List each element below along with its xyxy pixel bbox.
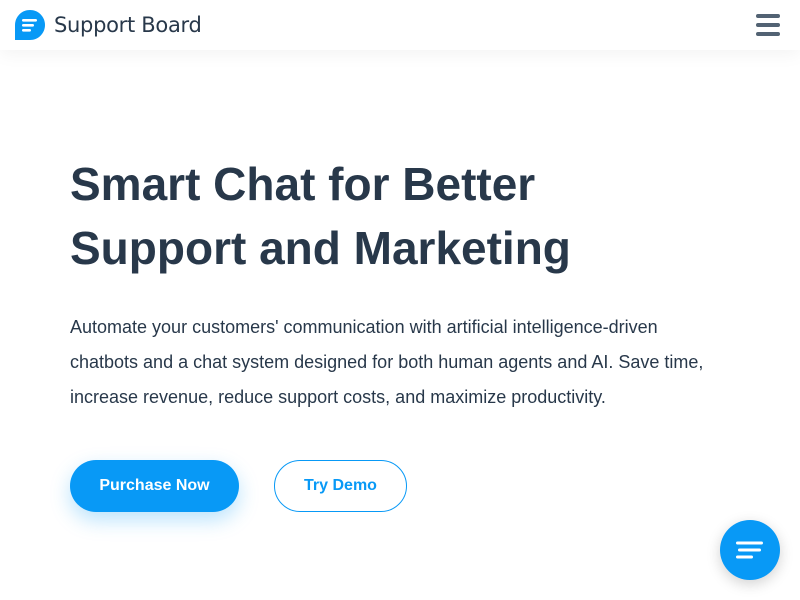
try-demo-button[interactable]: Try Demo xyxy=(274,460,407,512)
purchase-now-button[interactable]: Purchase Now xyxy=(70,460,239,512)
hero-title-line-1: Smart Chat for Better xyxy=(70,158,536,210)
hamburger-menu-icon[interactable] xyxy=(756,14,780,36)
logo-text: Support Board xyxy=(54,13,202,37)
chat-lines-icon xyxy=(736,541,763,559)
hero-title: Smart Chat for Better Support and Market… xyxy=(70,152,750,280)
hero-title-line-2: Support and Marketing xyxy=(70,222,571,274)
chat-launcher-button[interactable] xyxy=(720,520,780,580)
site-header: Support Board xyxy=(0,0,800,50)
hero-description: Automate your customers' communication w… xyxy=(70,317,704,407)
chat-bubble-icon xyxy=(15,10,45,40)
logo-link[interactable]: Support Board xyxy=(14,9,202,41)
